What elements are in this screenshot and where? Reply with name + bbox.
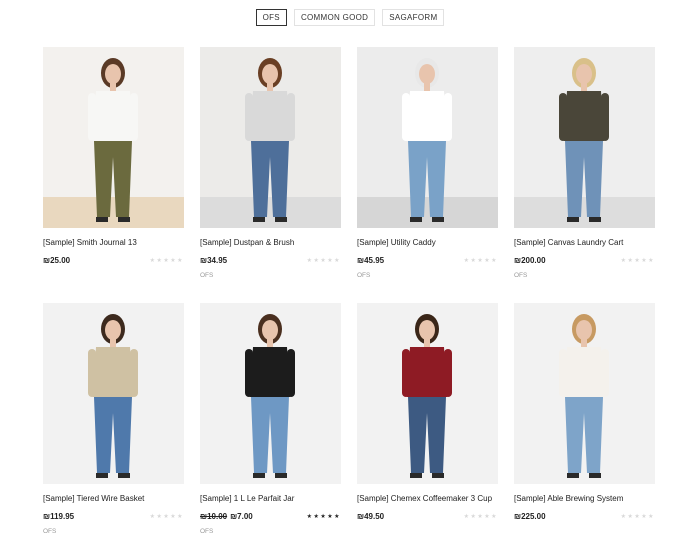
product-title[interactable]: [Sample] Dustpan & Brush (200, 238, 294, 247)
product-title[interactable]: [Sample] Tiered Wire Basket (43, 494, 144, 503)
product-price: ₪10.00 ₪7.00 (200, 512, 253, 521)
current-price: ₪49.50 (357, 512, 385, 521)
product-brand[interactable]: OFS (200, 528, 213, 535)
current-price: ₪7.00 (230, 512, 253, 521)
star-rating: ★★★★★ (306, 514, 341, 520)
product-title[interactable]: [Sample] Utility Caddy (357, 238, 436, 247)
product-price: ₪119.95 (43, 512, 74, 521)
star-rating: ★★★★★ (149, 258, 184, 264)
price-row: ₪45.95 ★★★★★ (357, 256, 498, 265)
product-price: ₪25.00 (43, 256, 70, 265)
product-price: ₪49.50 (357, 512, 384, 521)
current-price: ₪225.00 (514, 512, 546, 521)
product-brand[interactable]: OFS (514, 272, 527, 279)
product-image[interactable] (514, 303, 655, 484)
current-price: ₪200.00 (514, 256, 546, 265)
product-price: ₪225.00 (514, 512, 546, 521)
product-title[interactable]: [Sample] Able Brewing System (514, 494, 623, 503)
product-image[interactable] (200, 47, 341, 228)
product-card: [Sample] Tiered Wire Basket ₪119.95 ★★★★★ O… (43, 303, 184, 553)
price-row: ₪34.95 ★★★★★ (200, 256, 341, 265)
star-rating: ★★★★★ (463, 514, 498, 520)
price-row: ₪200.00 ★★★★★ (514, 256, 655, 265)
current-price: ₪119.95 (43, 512, 75, 521)
product-brand[interactable]: OFS (357, 272, 370, 279)
product-image[interactable] (357, 47, 498, 228)
price-row: ₪25.00 ★★★★★ (43, 256, 184, 265)
product-price: ₪34.95 (200, 256, 227, 265)
product-price: ₪45.95 (357, 256, 384, 265)
price-row: ₪49.50 ★★★★★ (357, 512, 498, 521)
original-price: ₪10.00 (200, 512, 228, 521)
product-card: [Sample] 1 L Le Parfait Jar ₪10.00 ₪7.00 ★★… (200, 303, 341, 553)
star-rating: ★★★★★ (620, 514, 655, 520)
filter-tab-sagaform[interactable]: SAGAFORM (382, 9, 445, 26)
product-image[interactable] (200, 303, 341, 484)
star-rating: ★★★★★ (463, 258, 498, 264)
product-card: [Sample] Canvas Laundry Cart ₪200.00 ★★★★★… (514, 47, 655, 303)
product-title[interactable]: [Sample] Canvas Laundry Cart (514, 238, 623, 247)
product-card: [Sample] Smith Journal 13 ₪25.00 ★★★★★ (43, 47, 184, 303)
product-title[interactable]: [Sample] Smith Journal 13 (43, 238, 137, 247)
current-price: ₪25.00 (43, 256, 71, 265)
price-row: ₪225.00 ★★★★★ (514, 512, 655, 521)
price-row: ₪119.95 ★★★★★ (43, 512, 184, 521)
product-image[interactable] (43, 303, 184, 484)
current-price: ₪45.95 (357, 256, 385, 265)
brand-filter-tabs: OFS COMMON GOOD SAGAFORM (0, 9, 700, 26)
product-card: [Sample] Chemex Coffeemaker 3 Cup ₪49.50 ★… (357, 303, 498, 553)
product-grid: [Sample] Smith Journal 13 ₪25.00 ★★★★★ [Sam… (43, 47, 655, 553)
product-card: [Sample] Utility Caddy ₪45.95 ★★★★★ OFS (357, 47, 498, 303)
star-rating: ★★★★★ (149, 514, 184, 520)
star-rating: ★★★★★ (306, 258, 341, 264)
product-brand[interactable]: OFS (43, 528, 56, 535)
star-rating: ★★★★★ (620, 258, 655, 264)
filter-tab-ofs[interactable]: OFS (255, 9, 287, 26)
product-brand[interactable]: OFS (200, 272, 213, 279)
product-image[interactable] (357, 303, 498, 484)
product-image[interactable] (514, 47, 655, 228)
price-row: ₪10.00 ₪7.00 ★★★★★ (200, 512, 341, 521)
product-card: [Sample] Dustpan & Brush ₪34.95 ★★★★★ OFS (200, 47, 341, 303)
filter-tab-common-good[interactable]: COMMON GOOD (293, 9, 376, 26)
product-price: ₪200.00 (514, 256, 546, 265)
product-card: [Sample] Able Brewing System ₪225.00 ★★★★★ (514, 303, 655, 553)
current-price: ₪34.95 (200, 256, 228, 265)
product-title[interactable]: [Sample] 1 L Le Parfait Jar (200, 494, 294, 503)
product-title[interactable]: [Sample] Chemex Coffeemaker 3 Cup (357, 494, 492, 503)
product-image[interactable] (43, 47, 184, 228)
